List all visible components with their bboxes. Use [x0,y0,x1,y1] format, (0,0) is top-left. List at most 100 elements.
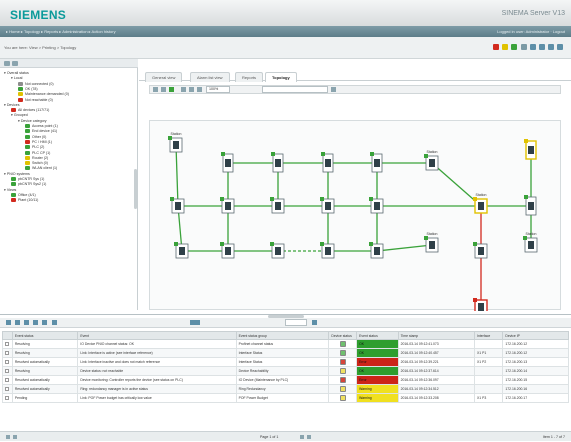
nav-menu[interactable]: ▸ Home ▸ Topology ▸ Reports ▸ Administra… [6,26,116,37]
topology-node[interactable] [271,152,284,173]
topology-node[interactable] [221,152,234,173]
save-icon[interactable] [181,87,186,92]
row-checkbox[interactable] [5,395,9,400]
topology-node[interactable] [369,197,384,214]
filter-icon[interactable] [331,87,336,92]
topology-node[interactable] [170,197,185,214]
row-checkbox[interactable] [5,359,9,364]
row-checkbox[interactable] [5,386,9,391]
columns-icon[interactable] [52,320,57,325]
tree-item[interactable]: ▾ Overall status [4,71,29,75]
tree-item[interactable]: ▾ Grouped [11,113,28,117]
acknowledge-icon[interactable] [15,320,20,325]
tab-2[interactable]: Reports [235,72,264,82]
tree-item[interactable]: Not connected (0) [18,82,54,86]
topology-node[interactable] [220,197,235,214]
column-header[interactable]: Time stamp [397,331,476,340]
tree-item[interactable]: pbCNTR Sys (1) [11,177,44,182]
topology-graph[interactable]: Station Station Station Station Station [150,121,562,311]
topology-node[interactable]: Station [168,132,183,153]
prev-page-icon[interactable] [13,435,17,439]
topology-node[interactable]: Station [424,150,439,171]
tree-item[interactable]: pbCNTR Sys2 (1) [11,182,46,187]
tree-item[interactable]: Other (0) [25,135,46,139]
search-icon[interactable] [538,44,545,50]
tree-item[interactable]: OK (78) [18,87,38,91]
topology-node[interactable] [174,242,189,259]
first-page-icon[interactable] [6,435,10,439]
user-info[interactable]: Logged in user: Administrator · Logout [497,26,565,37]
table-row[interactable]: Resolving Device status: not reachable Dev… [2,366,569,376]
table-row[interactable]: Resolving Link: Interface is active (see … [2,348,569,358]
error-filter-icon[interactable] [493,44,500,50]
tree-item[interactable]: ▾ Views [4,188,16,192]
zoom-select[interactable]: 100% [206,86,230,93]
topology-search-input[interactable] [262,86,328,93]
column-header[interactable]: Event status group [235,331,330,340]
warning-filter-icon[interactable] [502,44,509,50]
tree-item[interactable]: PLC (2) [25,145,44,150]
alarm-filter-select[interactable] [285,319,307,326]
refresh-icon[interactable] [529,44,536,50]
tree-item[interactable]: All devices (117/71) [11,108,49,113]
tree-item[interactable]: Access point (1) [25,124,58,129]
print-icon[interactable] [42,320,47,325]
layout-icon[interactable] [169,87,174,92]
tree-item[interactable]: PC / HMI (1) [25,140,52,144]
select-icon[interactable] [153,87,158,92]
column-header[interactable]: Interface [474,331,504,340]
tree-item[interactable]: ▾ Device category [18,119,47,123]
zoom-out-icon[interactable] [197,87,202,92]
table-row[interactable]: Resolved automatically Ring: redundancy m… [2,384,569,394]
column-header[interactable]: Event status [356,331,399,340]
topology-node[interactable]: Station [523,232,538,253]
ok-filter-icon[interactable] [511,44,518,50]
tree-item[interactable]: Switch (0) [25,161,48,166]
tree-item[interactable]: WLAN client (1) [25,166,57,171]
tab-3[interactable]: Topology [265,72,297,82]
pan-icon[interactable] [161,87,166,92]
column-header[interactable]: Device status [328,331,358,340]
help-icon[interactable] [557,44,563,50]
topology-node[interactable] [473,298,488,311]
table-row[interactable]: Resolved automatically Link: Interface in… [2,357,569,367]
tree-item[interactable]: End device (41) [25,129,57,134]
topology-canvas[interactable]: Station Station Station Station Station [149,120,562,311]
row-checkbox[interactable] [5,350,9,355]
topology-node[interactable] [524,139,537,160]
table-row[interactable]: Pending Link: POF Power budget has critic… [2,393,569,403]
topology-node[interactable] [524,195,537,216]
row-checkbox[interactable] [5,341,9,346]
topology-node[interactable] [369,242,384,259]
tree-item[interactable]: Router (2) [25,156,48,160]
table-row[interactable]: Resolving IO Device PNIO channel status: … [2,339,569,349]
collapse-icon[interactable] [4,61,10,66]
tree-item[interactable]: Plant (10/11) [11,198,38,203]
info-icon[interactable] [6,320,11,325]
delete-icon[interactable] [24,320,29,325]
refresh-alarms-icon[interactable] [190,320,200,325]
settings-icon[interactable] [547,44,554,50]
export-icon[interactable] [33,320,38,325]
tree-item[interactable]: ▾ PNIO systems [4,172,30,176]
tree-item[interactable]: Maintenance demanded (0) [18,92,69,97]
tab-0[interactable]: General view [145,72,183,82]
column-header[interactable]: Event status [11,331,79,340]
select-all-cell[interactable] [2,331,13,340]
tab-1[interactable]: Alarm list view [190,72,230,82]
tree-item[interactable]: Not reachable (0) [18,98,53,102]
zoom-in-icon[interactable] [189,87,194,92]
topology-node[interactable] [473,242,488,259]
topology-node[interactable]: Station [473,193,488,214]
panel-splitter[interactable] [134,169,137,209]
grid-icon[interactable] [520,44,527,50]
topology-node[interactable] [220,242,235,259]
topology-node[interactable] [270,197,285,214]
column-header[interactable]: Device IP [502,331,569,340]
topology-node[interactable] [321,152,334,173]
topology-node[interactable]: Station [424,232,439,253]
topology-node[interactable] [270,242,285,259]
table-row[interactable]: Resolved automatically Device monitoring:… [2,375,569,385]
tree-item[interactable]: ▾ Local [11,76,22,80]
row-checkbox[interactable] [5,368,9,373]
